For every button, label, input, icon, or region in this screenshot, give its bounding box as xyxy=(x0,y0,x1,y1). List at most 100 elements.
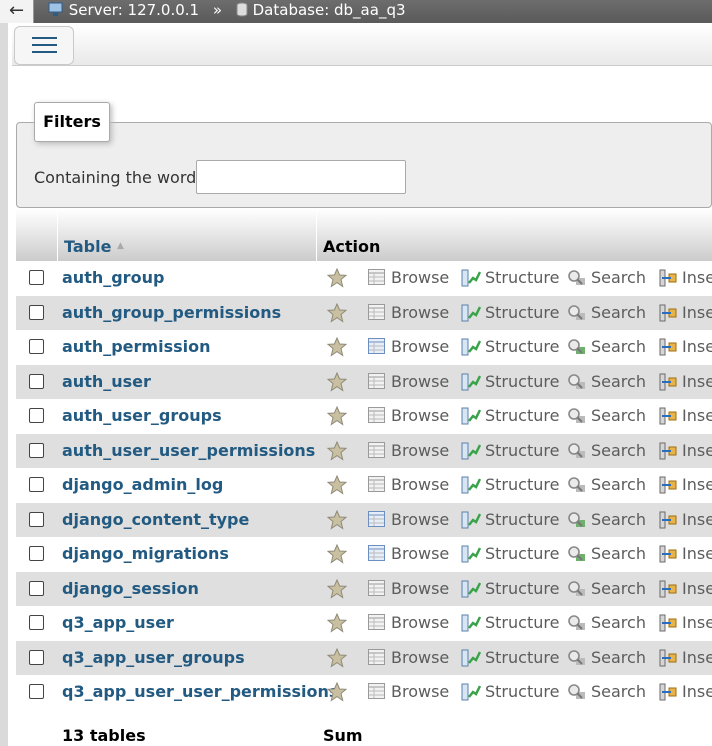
structure-link[interactable]: Structure xyxy=(485,579,559,598)
hamburger-menu-icon[interactable] xyxy=(14,26,74,65)
row-checkbox[interactable] xyxy=(29,374,44,389)
search-link[interactable]: Search xyxy=(591,303,646,322)
browse-link[interactable]: Browse xyxy=(391,268,449,287)
table-name-link[interactable]: auth_group_permissions xyxy=(62,303,281,322)
breadcrumb-server-link[interactable]: Server: 127.0.0.1 xyxy=(69,1,199,19)
search-link[interactable]: Search xyxy=(591,648,646,667)
favorite-star-icon[interactable] xyxy=(326,371,348,396)
filter-input[interactable] xyxy=(196,160,406,194)
search-link[interactable]: Search xyxy=(591,475,646,494)
insert-link[interactable]: Insert xyxy=(682,579,712,598)
insert-link[interactable]: Insert xyxy=(682,303,712,322)
favorite-star-icon[interactable] xyxy=(326,336,348,361)
table-name-link[interactable]: auth_user_user_permissions xyxy=(62,441,315,460)
browse-link[interactable]: Browse xyxy=(391,406,449,425)
search-icon xyxy=(567,476,587,498)
favorite-star-icon[interactable] xyxy=(326,578,348,603)
row-checkbox[interactable] xyxy=(29,339,44,354)
row-checkbox[interactable] xyxy=(29,615,44,630)
table-name-link[interactable]: auth_user_groups xyxy=(62,406,222,425)
table-name-link[interactable]: django_content_type xyxy=(62,510,249,529)
favorite-star-icon[interactable] xyxy=(326,612,348,637)
search-link[interactable]: Search xyxy=(591,406,646,425)
row-checkbox[interactable] xyxy=(29,512,44,527)
row-checkbox[interactable] xyxy=(29,270,44,285)
search-link[interactable]: Search xyxy=(591,372,646,391)
table-name-link[interactable]: q3_app_user_user_permissions xyxy=(62,682,338,701)
row-checkbox[interactable] xyxy=(29,408,44,423)
structure-link[interactable]: Structure xyxy=(485,372,559,391)
browse-link[interactable]: Browse xyxy=(391,441,449,460)
structure-link[interactable]: Structure xyxy=(485,303,559,322)
row-checkbox[interactable] xyxy=(29,305,44,320)
search-link[interactable]: Search xyxy=(591,441,646,460)
browse-link[interactable]: Browse xyxy=(391,372,449,391)
row-checkbox[interactable] xyxy=(29,546,44,561)
favorite-star-icon[interactable] xyxy=(326,681,348,706)
browse-link[interactable]: Browse xyxy=(391,510,449,529)
search-link[interactable]: Search xyxy=(591,268,646,287)
insert-link[interactable]: Insert xyxy=(682,337,712,356)
insert-link[interactable]: Insert xyxy=(682,441,712,460)
search-link[interactable]: Search xyxy=(591,613,646,632)
favorite-star-icon[interactable] xyxy=(326,267,348,292)
row-checkbox[interactable] xyxy=(29,477,44,492)
search-link[interactable]: Search xyxy=(591,510,646,529)
table-name-link[interactable]: auth_permission xyxy=(62,337,211,356)
table-name-link[interactable]: q3_app_user xyxy=(62,613,174,632)
favorite-star-icon[interactable] xyxy=(326,405,348,430)
table-column-sort-link[interactable]: Table xyxy=(64,237,111,256)
search-link[interactable]: Search xyxy=(591,682,646,701)
search-link[interactable]: Search xyxy=(591,579,646,598)
browse-icon xyxy=(368,683,385,703)
browse-link[interactable]: Browse xyxy=(391,682,449,701)
insert-link[interactable]: Insert xyxy=(682,268,712,287)
table-name-link[interactable]: auth_group xyxy=(62,268,164,287)
insert-link[interactable]: Insert xyxy=(682,682,712,701)
structure-link[interactable]: Structure xyxy=(485,268,559,287)
insert-link[interactable]: Insert xyxy=(682,510,712,529)
row-checkbox[interactable] xyxy=(29,581,44,596)
insert-link[interactable]: Insert xyxy=(682,613,712,632)
favorite-star-icon[interactable] xyxy=(326,474,348,499)
insert-link[interactable]: Insert xyxy=(682,544,712,563)
structure-link[interactable]: Structure xyxy=(485,441,559,460)
table-name-link[interactable]: auth_user xyxy=(62,372,151,391)
browse-link[interactable]: Browse xyxy=(391,303,449,322)
back-arrow-icon[interactable]: ← xyxy=(0,0,34,23)
browse-link[interactable]: Browse xyxy=(391,544,449,563)
table-name-link[interactable]: django_session xyxy=(62,579,199,598)
browse-link[interactable]: Browse xyxy=(391,475,449,494)
insert-link[interactable]: Insert xyxy=(682,648,712,667)
favorite-star-icon[interactable] xyxy=(326,647,348,672)
favorite-star-icon[interactable] xyxy=(326,509,348,534)
structure-link[interactable]: Structure xyxy=(485,406,559,425)
favorite-star-icon[interactable] xyxy=(326,543,348,568)
structure-link[interactable]: Structure xyxy=(485,682,559,701)
search-link[interactable]: Search xyxy=(591,544,646,563)
table-name-link[interactable]: q3_app_user_groups xyxy=(62,648,245,667)
browse-link[interactable]: Browse xyxy=(391,579,449,598)
row-checkbox[interactable] xyxy=(29,650,44,665)
favorite-star-icon[interactable] xyxy=(326,302,348,327)
row-checkbox[interactable] xyxy=(29,443,44,458)
insert-link[interactable]: Insert xyxy=(682,372,712,391)
table-name-link[interactable]: django_migrations xyxy=(62,544,229,563)
structure-link[interactable]: Structure xyxy=(485,510,559,529)
browse-link[interactable]: Browse xyxy=(391,337,449,356)
search-link[interactable]: Search xyxy=(591,337,646,356)
table-name-link[interactable]: django_admin_log xyxy=(62,475,223,494)
structure-link[interactable]: Structure xyxy=(485,544,559,563)
structure-link[interactable]: Structure xyxy=(485,475,559,494)
favorite-star-icon[interactable] xyxy=(326,440,348,465)
insert-link[interactable]: Insert xyxy=(682,475,712,494)
structure-link[interactable]: Structure xyxy=(485,613,559,632)
structure-link[interactable]: Structure xyxy=(485,337,559,356)
structure-link[interactable]: Structure xyxy=(485,648,559,667)
insert-link[interactable]: Insert xyxy=(682,406,712,425)
browse-link[interactable]: Browse xyxy=(391,613,449,632)
browse-link[interactable]: Browse xyxy=(391,648,449,667)
breadcrumb-database-link[interactable]: Database: db_aa_q3 xyxy=(253,1,406,19)
search-icon xyxy=(567,338,587,360)
row-checkbox[interactable] xyxy=(29,684,44,699)
